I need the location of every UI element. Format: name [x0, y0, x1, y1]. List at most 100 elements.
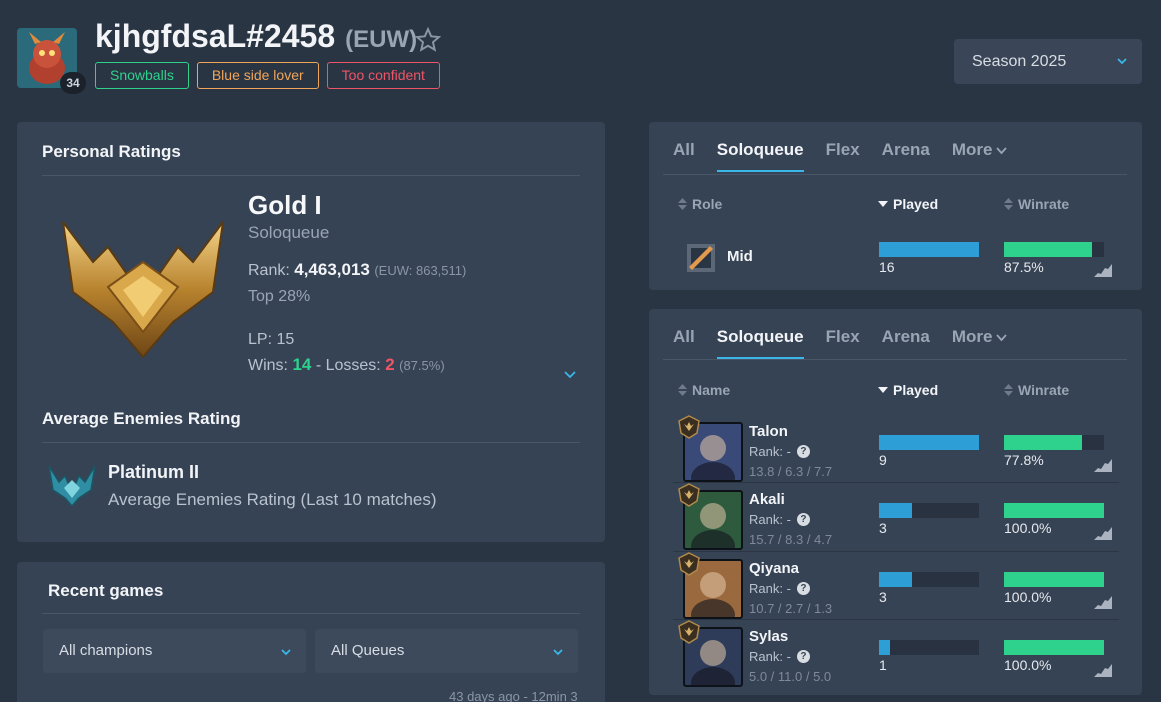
winrate-column-header[interactable]: Winrate: [1004, 382, 1069, 398]
chevron-down-icon: [553, 649, 563, 656]
winrate-header-label: Winrate: [1018, 382, 1070, 398]
played-header-label: Played: [893, 382, 939, 398]
rank-queue: Soloqueue: [248, 223, 330, 242]
champion-kda: 10.7 / 2.7 / 1.3: [749, 601, 833, 616]
played-bar: [879, 242, 979, 257]
winrate-bar-fill: [1004, 435, 1082, 450]
role-name: Mid: [727, 248, 753, 265]
role-column-header[interactable]: Role: [678, 196, 722, 212]
name-header-label: Name: [692, 382, 731, 398]
champion-kda: 15.7 / 8.3 / 4.7: [749, 532, 833, 547]
trend-chart-icon[interactable]: [1094, 526, 1112, 540]
chevron-down-icon: [1117, 58, 1127, 65]
champion-filter-dropdown[interactable]: All champions: [43, 629, 306, 673]
played-bar-fill: [879, 640, 891, 655]
played-count: 3: [879, 589, 887, 605]
wins-losses: Wins: 14 - Losses: 2 (87.5%): [248, 355, 445, 375]
row-separator: [673, 482, 1119, 483]
chevron-down-icon[interactable]: [563, 367, 577, 381]
champion-row[interactable]: Akali Rank: -? 15.7 / 8.3 / 4.7 3 100.0%: [673, 483, 1119, 551]
losses-count: 2: [385, 355, 395, 374]
champion-name[interactable]: Qiyana: [749, 560, 799, 577]
sort-icon: [1004, 384, 1013, 396]
tag-blue-side-lover: Blue side lover: [196, 62, 319, 89]
role-stats-card: All Soloqueue Flex Arena More Role Playe…: [649, 122, 1142, 290]
tab-flex[interactable]: Flex: [826, 140, 860, 170]
name-column-header[interactable]: Name: [678, 382, 730, 398]
played-bar: [879, 640, 979, 655]
tab-more[interactable]: More: [952, 140, 1008, 170]
season-dropdown-value: Season 2025: [972, 53, 1067, 70]
played-count: 16: [879, 259, 895, 275]
help-icon[interactable]: ?: [796, 445, 810, 458]
row-separator: [673, 619, 1119, 620]
wl-separator: -: [315, 357, 322, 374]
recent-games-card: Recent games All champions All Queues 43…: [17, 562, 605, 702]
champion-row[interactable]: Talon Rank: -? 13.8 / 6.3 / 7.7 9 77.8%: [673, 415, 1119, 483]
played-count: 9: [879, 452, 887, 468]
winrate-header-label: Winrate: [1018, 196, 1070, 212]
played-header-label: Played: [893, 196, 939, 212]
help-icon[interactable]: ?: [796, 650, 810, 663]
winrate-bar: [1004, 572, 1104, 587]
chevron-down-icon: [996, 334, 1008, 342]
trend-chart-icon[interactable]: [1094, 263, 1112, 277]
league-points: LP: 15: [248, 331, 295, 348]
avg-enemies-description: Average Enemies Rating (Last 10 matches): [108, 490, 437, 509]
tab-all[interactable]: All: [673, 140, 695, 170]
played-count: 1: [879, 657, 887, 673]
winrate-value: 100.0%: [1004, 657, 1052, 673]
platinum-rank-emblem: [48, 465, 96, 506]
champion-kda: 13.8 / 6.3 / 7.7: [749, 464, 833, 479]
summoner-level-badge: 34: [60, 72, 86, 94]
row-separator: [673, 551, 1119, 552]
wins-label: Wins:: [248, 357, 288, 374]
divider: [42, 613, 580, 614]
trend-chart-icon[interactable]: [1094, 663, 1112, 677]
winrate-value: 77.8%: [1004, 452, 1044, 468]
help-icon[interactable]: ?: [796, 513, 810, 526]
champion-name[interactable]: Sylas: [749, 628, 788, 645]
winrate-bar: [1004, 503, 1104, 518]
trend-chart-icon[interactable]: [1094, 595, 1112, 609]
champion-stats-card: All Soloqueue Flex Arena More Name Playe…: [649, 309, 1142, 695]
sort-icon: [678, 384, 687, 396]
champion-row[interactable]: Qiyana Rank: -? 10.7 / 2.7 / 1.3 3 100.0%: [673, 552, 1119, 620]
divider: [42, 175, 580, 176]
tab-arena[interactable]: Arena: [882, 327, 930, 357]
champion-name[interactable]: Akali: [749, 491, 785, 508]
played-count: 3: [879, 520, 887, 536]
winrate-column-header[interactable]: Winrate: [1004, 196, 1069, 212]
winrate-bar-fill: [1004, 503, 1104, 518]
tab-soloqueue[interactable]: Soloqueue: [716, 327, 804, 359]
queue-filter-dropdown[interactable]: All Queues: [315, 629, 578, 673]
winrate-value: 100.0%: [1004, 589, 1052, 605]
tab-soloqueue[interactable]: Soloqueue: [716, 140, 804, 172]
last-game-time: 43 days ago - 12min 3: [449, 689, 578, 702]
champion-rank-label: Rank: -: [749, 444, 791, 459]
tab-more[interactable]: More: [952, 327, 1008, 357]
trend-chart-icon[interactable]: [1094, 458, 1112, 472]
tab-all[interactable]: All: [673, 327, 695, 357]
played-column-header[interactable]: Played: [878, 196, 938, 212]
help-icon[interactable]: ?: [796, 582, 810, 595]
mid-lane-icon: [687, 244, 715, 272]
queue-filter-value: All Queues: [331, 642, 405, 659]
played-bar-fill: [879, 242, 979, 257]
champion-name[interactable]: Talon: [749, 423, 788, 440]
champion-row[interactable]: Sylas Rank: -? 5.0 / 11.0 / 5.0 1 100.0%: [673, 620, 1119, 688]
losses-label: Losses:: [325, 357, 381, 374]
wins-count: 14: [292, 355, 312, 374]
rank-tier: Gold I: [248, 190, 322, 220]
played-column-header[interactable]: Played: [878, 382, 938, 398]
tab-arena[interactable]: Arena: [882, 140, 930, 170]
sort-desc-icon: [878, 387, 888, 393]
winrate-bar: [1004, 242, 1104, 257]
tab-flex[interactable]: Flex: [826, 327, 860, 357]
star-outline-icon[interactable]: [415, 27, 441, 53]
season-dropdown[interactable]: Season 2025: [954, 39, 1142, 84]
gold-rank-emblem: [62, 221, 224, 359]
tag-snowballs: Snowballs: [95, 62, 189, 89]
played-bar: [879, 572, 979, 587]
personal-ratings-title: Personal Ratings: [42, 142, 181, 161]
